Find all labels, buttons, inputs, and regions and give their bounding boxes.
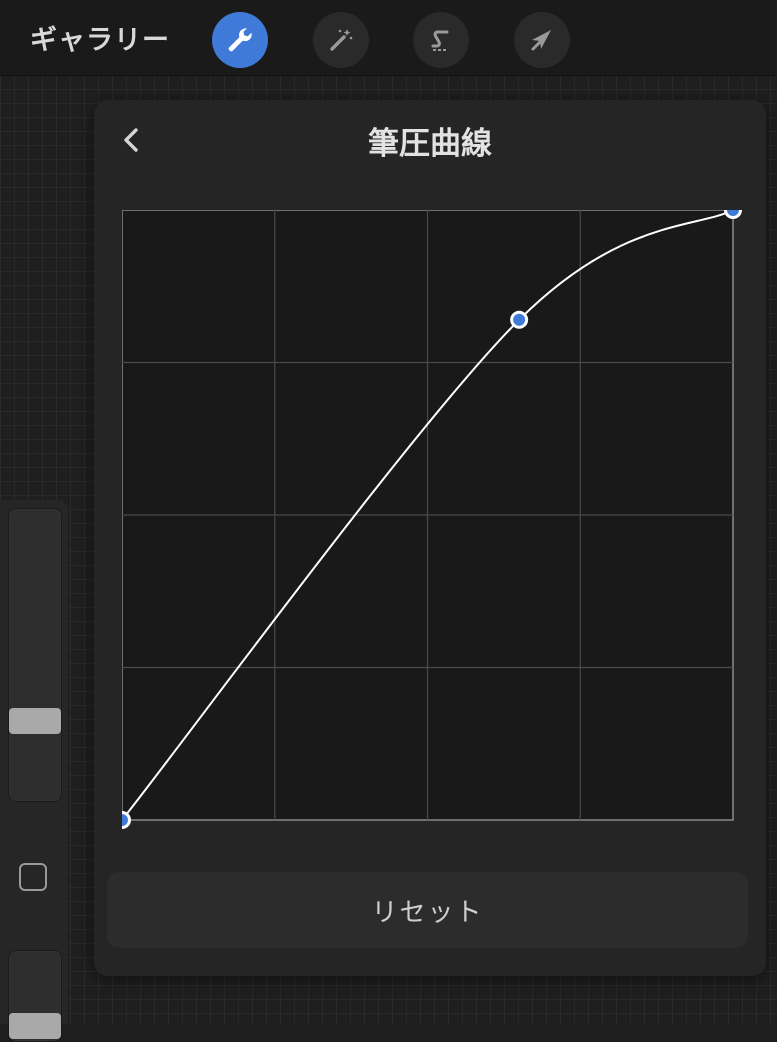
pressure-curve-editor[interactable] (113, 201, 752, 839)
top-toolbar: ギャラリー (0, 0, 777, 76)
panel-title: 筆圧曲線 (368, 126, 492, 162)
reset-button[interactable]: リセット (107, 872, 748, 948)
selection-button[interactable] (413, 12, 469, 68)
opacity-slider[interactable] (8, 950, 62, 1042)
gallery-button[interactable]: ギャラリー (30, 18, 170, 57)
pressure-curve-panel: 筆圧曲線 リセット (94, 100, 766, 976)
pressure-curve-graph[interactable] (113, 201, 752, 835)
selection-s-icon (431, 30, 449, 51)
left-sidebar (0, 500, 68, 1042)
actions-button[interactable] (212, 12, 268, 68)
brush-size-slider[interactable] (8, 508, 62, 802)
adjustments-button[interactable] (313, 12, 369, 68)
opacity-thumb[interactable] (9, 1013, 61, 1039)
wrench-icon (228, 28, 252, 52)
curve-grid (121, 209, 734, 821)
brush-size-thumb[interactable] (9, 708, 61, 735)
arrow-cursor-icon (531, 30, 551, 51)
transform-button[interactable] (514, 12, 570, 68)
square-icon[interactable] (19, 863, 47, 891)
magic-wand-icon (330, 29, 353, 51)
curve-control-point-fill (513, 313, 526, 326)
